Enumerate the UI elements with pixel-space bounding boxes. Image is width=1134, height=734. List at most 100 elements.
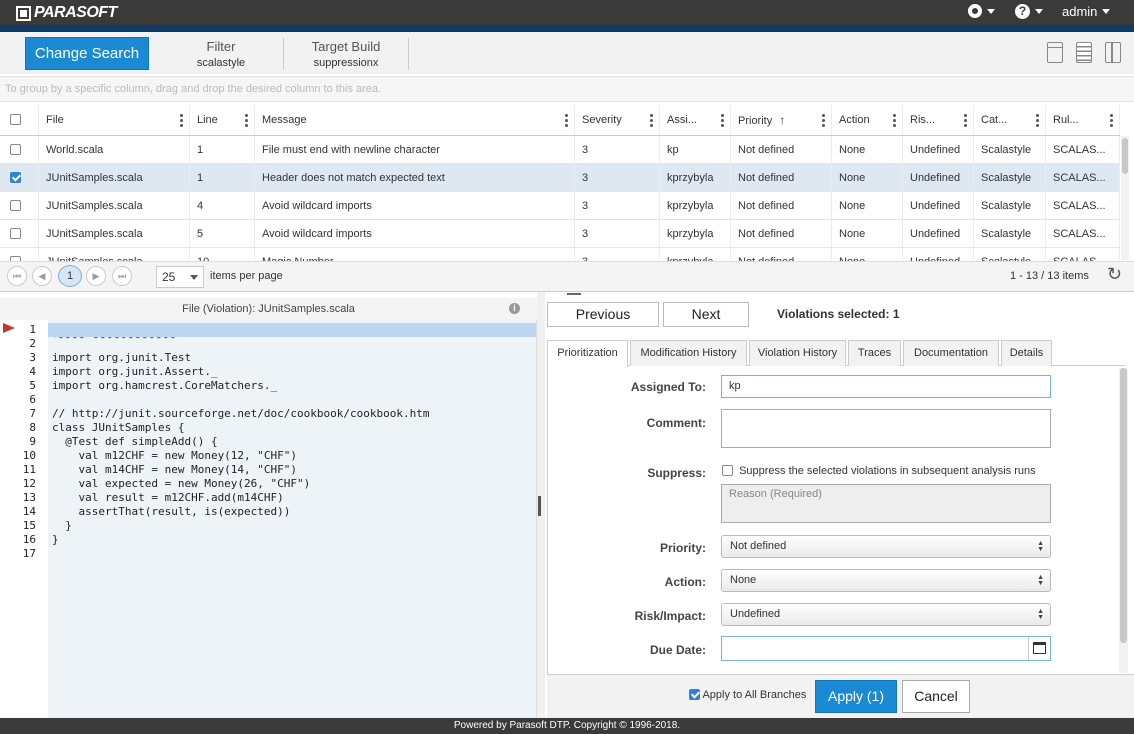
tab-modification-history[interactable]: Modification History bbox=[630, 340, 747, 366]
previous-button[interactable]: Previous bbox=[547, 302, 659, 327]
grid-scrollbar[interactable] bbox=[1121, 136, 1129, 260]
due-date-input[interactable] bbox=[721, 636, 1051, 661]
table-row[interactable]: JUnitSamples.scala 5 Avoid wildcard import… bbox=[0, 220, 1120, 248]
suppress-option[interactable]: Suppress the selected violations in subs… bbox=[722, 464, 1036, 477]
layout-list-icon[interactable] bbox=[1076, 42, 1092, 63]
column-header-file[interactable]: File bbox=[39, 105, 190, 135]
column-label: Assi... bbox=[667, 114, 697, 126]
cell-file: JUnitSamples.scala bbox=[39, 192, 190, 219]
tab-traces[interactable]: Traces bbox=[848, 340, 901, 366]
cell-category: Scalastyle bbox=[974, 248, 1046, 261]
group-by-area[interactable]: To group by a specific column, drag and … bbox=[0, 76, 1134, 102]
username: admin bbox=[1062, 4, 1098, 19]
highlighted-line bbox=[48, 323, 536, 337]
select-arrows-icon: ▲ ▼ bbox=[1037, 540, 1044, 553]
column-menu-icon[interactable] bbox=[650, 114, 653, 128]
tab-prioritization[interactable]: Prioritization bbox=[547, 340, 628, 367]
user-menu[interactable]: admin bbox=[1062, 4, 1111, 19]
column-header-priority[interactable]: Priority ↑ bbox=[731, 105, 832, 135]
column-header-risk[interactable]: Ris... bbox=[903, 105, 974, 135]
row-checkbox[interactable] bbox=[10, 171, 21, 183]
suppress-checkbox[interactable] bbox=[722, 464, 733, 476]
column-menu-icon[interactable] bbox=[565, 114, 568, 128]
column-menu-icon[interactable] bbox=[1110, 114, 1113, 128]
calendar-button[interactable] bbox=[1028, 637, 1050, 660]
cancel-button[interactable]: Cancel bbox=[902, 680, 970, 713]
scroll-thumb[interactable] bbox=[1120, 368, 1127, 643]
column-header-action[interactable]: Action bbox=[832, 105, 903, 135]
refresh-icon[interactable]: ↻ bbox=[1107, 264, 1122, 285]
cell-priority: Not defined bbox=[731, 248, 832, 261]
form-scrollbar[interactable] bbox=[1119, 368, 1128, 673]
row-select-cell bbox=[0, 136, 39, 163]
column-menu-icon[interactable] bbox=[1036, 114, 1039, 128]
change-search-button[interactable]: Change Search bbox=[25, 37, 149, 70]
column-menu-icon[interactable] bbox=[245, 114, 248, 128]
parasoft-logo[interactable]: PARASOFT bbox=[16, 4, 117, 22]
column-header-rule[interactable]: Rul... bbox=[1046, 105, 1120, 135]
risk-impact-select[interactable]: Undefined ▲ ▼ bbox=[721, 603, 1051, 626]
column-header-severity[interactable]: Severity bbox=[575, 105, 660, 135]
next-button[interactable]: Next bbox=[663, 302, 749, 327]
apply-all-branches-checkbox[interactable] bbox=[689, 688, 700, 700]
next-page-button[interactable]: ▶ bbox=[86, 266, 106, 286]
code-line: import org.junit.Test bbox=[52, 351, 192, 364]
info-icon[interactable]: i bbox=[509, 303, 520, 314]
row-checkbox[interactable] bbox=[10, 143, 21, 155]
column-header-line[interactable]: Line bbox=[190, 105, 255, 135]
row-checkbox[interactable] bbox=[10, 199, 21, 211]
tab-violation-history[interactable]: Violation History bbox=[749, 340, 846, 366]
current-page-button[interactable]: 1 bbox=[58, 265, 82, 287]
action-select[interactable]: None ▲ ▼ bbox=[721, 569, 1051, 592]
splitter-handle[interactable] bbox=[538, 496, 541, 516]
cell-severity: 3 bbox=[575, 164, 660, 191]
scroll-thumb[interactable] bbox=[1122, 138, 1128, 174]
column-menu-icon[interactable] bbox=[180, 114, 183, 128]
apply-all-branches-option[interactable]: Apply to All Branches bbox=[689, 688, 806, 701]
cell-severity: 3 bbox=[575, 192, 660, 219]
priority-value: Not defined bbox=[730, 540, 787, 552]
tab-details[interactable]: Details bbox=[1001, 340, 1052, 366]
column-menu-icon[interactable] bbox=[893, 114, 896, 128]
last-page-button[interactable]: ⏭ bbox=[112, 266, 132, 286]
code-area[interactable]: package sampletestsimport org.junit.Test… bbox=[48, 320, 536, 718]
cell-action: None bbox=[832, 192, 903, 219]
row-select-cell bbox=[0, 192, 39, 219]
table-row[interactable]: JUnitSamples.scala 4 Avoid wildcard import… bbox=[0, 192, 1120, 220]
tab-documentation[interactable]: Documentation bbox=[903, 340, 999, 366]
column-menu-icon[interactable] bbox=[964, 114, 967, 128]
cell-risk: Undefined bbox=[903, 136, 974, 163]
apply-button[interactable]: Apply (1) bbox=[815, 680, 897, 713]
previous-page-button[interactable]: ◀ bbox=[32, 266, 52, 286]
column-header-message[interactable]: Message bbox=[255, 105, 575, 135]
row-checkbox[interactable] bbox=[10, 227, 21, 239]
help-icon: ? bbox=[1015, 4, 1030, 19]
priority-select[interactable]: Not defined ▲ ▼ bbox=[721, 535, 1051, 558]
first-page-button[interactable]: ⏮ bbox=[7, 266, 27, 286]
table-row[interactable]: World.scala 1 File must end with newline c… bbox=[0, 136, 1120, 164]
target-build-info[interactable]: Target Build suppressionx bbox=[290, 39, 402, 69]
pane-splitter[interactable] bbox=[537, 292, 545, 718]
assigned-to-label: Assigned To: bbox=[630, 380, 706, 394]
column-menu-icon[interactable] bbox=[721, 114, 724, 128]
reason-textarea[interactable]: Reason (Required) bbox=[721, 484, 1051, 523]
column-menu-icon[interactable] bbox=[822, 114, 825, 128]
page-size-select[interactable]: 25 bbox=[156, 266, 204, 288]
settings-menu[interactable] bbox=[968, 4, 995, 18]
column-header-category[interactable]: Cat... bbox=[974, 105, 1046, 135]
filter-info[interactable]: Filter scalastyle bbox=[180, 39, 262, 69]
assigned-to-input[interactable]: kp bbox=[721, 375, 1051, 398]
cell-line: 1 bbox=[190, 164, 255, 191]
select-all-checkbox[interactable] bbox=[10, 113, 21, 125]
help-menu[interactable]: ? bbox=[1015, 4, 1043, 19]
cell-file: JUnitSamples.scala bbox=[39, 220, 190, 247]
layout-horizontal-icon[interactable] bbox=[1047, 42, 1063, 63]
table-row[interactable]: JUnitSamples.scala10Magic Number3kprzyby… bbox=[0, 248, 1120, 261]
column-header-assignee[interactable]: Assi... bbox=[660, 105, 731, 135]
comment-textarea[interactable] bbox=[721, 409, 1051, 448]
cell-category: Scalastyle bbox=[974, 220, 1046, 247]
table-row[interactable]: JUnitSamples.scala 1 Header does not match… bbox=[0, 164, 1120, 192]
sort-ascending-icon: ↑ bbox=[779, 113, 786, 127]
cell-assignee: kprzybyla bbox=[660, 164, 731, 191]
layout-vertical-icon[interactable] bbox=[1105, 42, 1121, 63]
